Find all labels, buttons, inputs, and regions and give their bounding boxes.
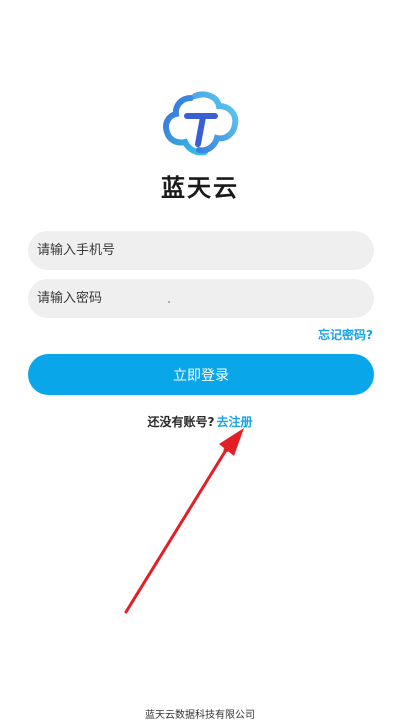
cloud-t-logo-icon [163,91,239,156]
register-row: 还没有账号? 去注册 [0,413,400,430]
password-input[interactable] [28,279,374,318]
phone-input[interactable] [28,231,374,270]
company-footer: 蓝天云数据科技有限公司 [145,710,255,721]
login-button[interactable]: 立即登录 [28,354,374,395]
brand-header: 蓝天云 [0,86,400,202]
brand-name: 蓝天云 [161,174,239,202]
cursor-dot [168,301,170,303]
register-link[interactable]: 去注册 [216,415,252,429]
forgot-password-link[interactable]: 忘记密码? [318,326,373,343]
register-prompt: 还没有账号? [147,415,215,429]
